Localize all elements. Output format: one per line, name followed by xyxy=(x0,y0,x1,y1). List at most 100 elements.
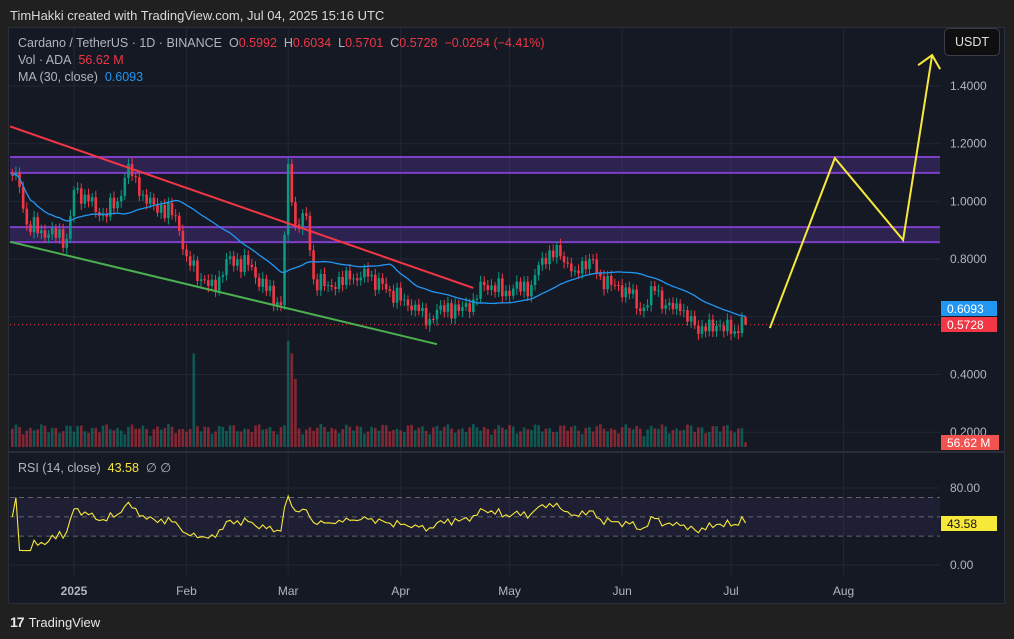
volume-bar xyxy=(533,424,537,447)
candle-body xyxy=(112,197,116,209)
candle-body xyxy=(177,215,181,231)
candle-body xyxy=(261,278,265,287)
volume-bar xyxy=(232,425,236,447)
rsi-legend[interactable]: RSI (14, close) 43.58 ∅ ∅ xyxy=(18,460,171,475)
chart-canvas[interactable]: 1.40001.20001.00000.80000.40000.200080.0… xyxy=(0,0,1014,639)
candle-body xyxy=(595,259,599,274)
candle-body xyxy=(370,274,373,277)
volume-bar xyxy=(461,428,464,447)
volume-bar xyxy=(138,428,141,447)
candle-body xyxy=(497,278,501,292)
candle-body xyxy=(736,331,740,333)
close-value: 0.5728 xyxy=(399,36,438,50)
candle-body xyxy=(526,281,530,297)
volume-bar xyxy=(319,424,323,447)
candle-body xyxy=(704,326,707,332)
candle-body xyxy=(533,275,537,286)
candle-body xyxy=(352,278,355,280)
volume-bar xyxy=(515,433,519,447)
candle-body xyxy=(192,260,196,266)
candle-body xyxy=(403,299,406,301)
volume-bar xyxy=(562,425,566,447)
candle-body xyxy=(138,177,141,196)
candle-body xyxy=(511,288,515,296)
ma-value: 0.6093 xyxy=(104,70,144,84)
candle-body xyxy=(413,304,417,311)
volume-bar xyxy=(170,426,174,447)
candle-body xyxy=(613,284,617,286)
candle-body xyxy=(250,264,254,268)
volume-bar xyxy=(686,424,689,447)
candle-body xyxy=(700,326,704,334)
candle-body xyxy=(591,259,595,261)
candle-body xyxy=(504,290,508,297)
brand-label: TradingView xyxy=(28,614,101,630)
candle-body xyxy=(156,204,159,213)
low-value: 0.5701 xyxy=(345,36,384,50)
volume-bar xyxy=(700,427,704,447)
candle-body xyxy=(718,325,722,327)
candle-body xyxy=(446,303,450,312)
volume-bar xyxy=(268,427,272,447)
symbol-title[interactable]: Cardano / TetherUS · 1D · BINANCE xyxy=(18,36,222,50)
rsi-tick-label: 80.00 xyxy=(950,481,980,495)
volume-bar xyxy=(540,431,544,447)
rsi-value: 43.58 xyxy=(107,461,139,475)
volume-bar xyxy=(47,432,50,447)
candle-body xyxy=(167,202,170,219)
volume-bar xyxy=(217,426,221,447)
candle-body xyxy=(228,256,232,260)
candle-body xyxy=(272,285,275,306)
volume-bar xyxy=(599,424,602,447)
candle-body xyxy=(257,277,261,287)
volume-bar xyxy=(65,425,69,447)
volume-bar xyxy=(486,428,490,447)
candle-body xyxy=(54,228,58,238)
volume-bar xyxy=(105,424,108,447)
candle-body xyxy=(464,303,468,308)
volume-bar xyxy=(163,428,167,447)
candle-body xyxy=(377,278,381,290)
price-tick-label: 1.2000 xyxy=(950,137,987,151)
candle-body xyxy=(410,305,413,311)
time-tick-label: 2025 xyxy=(61,584,88,598)
volume-bar xyxy=(628,427,631,447)
volume-bar xyxy=(366,431,370,447)
candle-body xyxy=(617,285,620,287)
ma-legend[interactable]: MA (30, close) 0.6093 xyxy=(18,70,143,84)
candle-body xyxy=(635,289,638,309)
volume-bar xyxy=(109,429,112,447)
candle-body xyxy=(29,224,32,233)
candle-body xyxy=(468,303,471,312)
volume-bar xyxy=(722,425,726,447)
volume-bar xyxy=(392,429,395,447)
volume-bar xyxy=(740,428,744,447)
candle-body xyxy=(530,285,533,297)
open-label: O xyxy=(228,36,239,50)
ma-label: MA (30, close) xyxy=(18,70,98,84)
candle-body xyxy=(544,258,548,265)
candle-body xyxy=(170,202,174,216)
volume-bar xyxy=(468,427,471,447)
volume-bar xyxy=(207,427,210,447)
candle-body xyxy=(580,261,584,274)
volume-bar xyxy=(167,424,170,447)
projection-path xyxy=(768,54,934,329)
candle-body xyxy=(308,215,312,251)
price-tick-label: 1.0000 xyxy=(950,194,987,208)
volume-bar xyxy=(664,426,667,447)
volume-bar xyxy=(617,433,620,447)
volume-bar xyxy=(228,425,232,447)
candle-body xyxy=(551,250,555,258)
volume-bar xyxy=(43,425,47,447)
tradingview-brand[interactable]: 17 TradingView xyxy=(10,614,100,630)
candle-body xyxy=(642,307,646,312)
price-tick-label: 0.8000 xyxy=(950,252,987,266)
candle-body xyxy=(490,285,493,290)
volume-bar xyxy=(58,432,61,447)
candle-body xyxy=(301,213,304,229)
candle-body xyxy=(609,275,613,285)
currency-button[interactable]: USDT xyxy=(944,28,1000,56)
volume-bar xyxy=(330,427,334,447)
volume-legend[interactable]: Vol · ADA 56.62 M xyxy=(18,53,124,67)
